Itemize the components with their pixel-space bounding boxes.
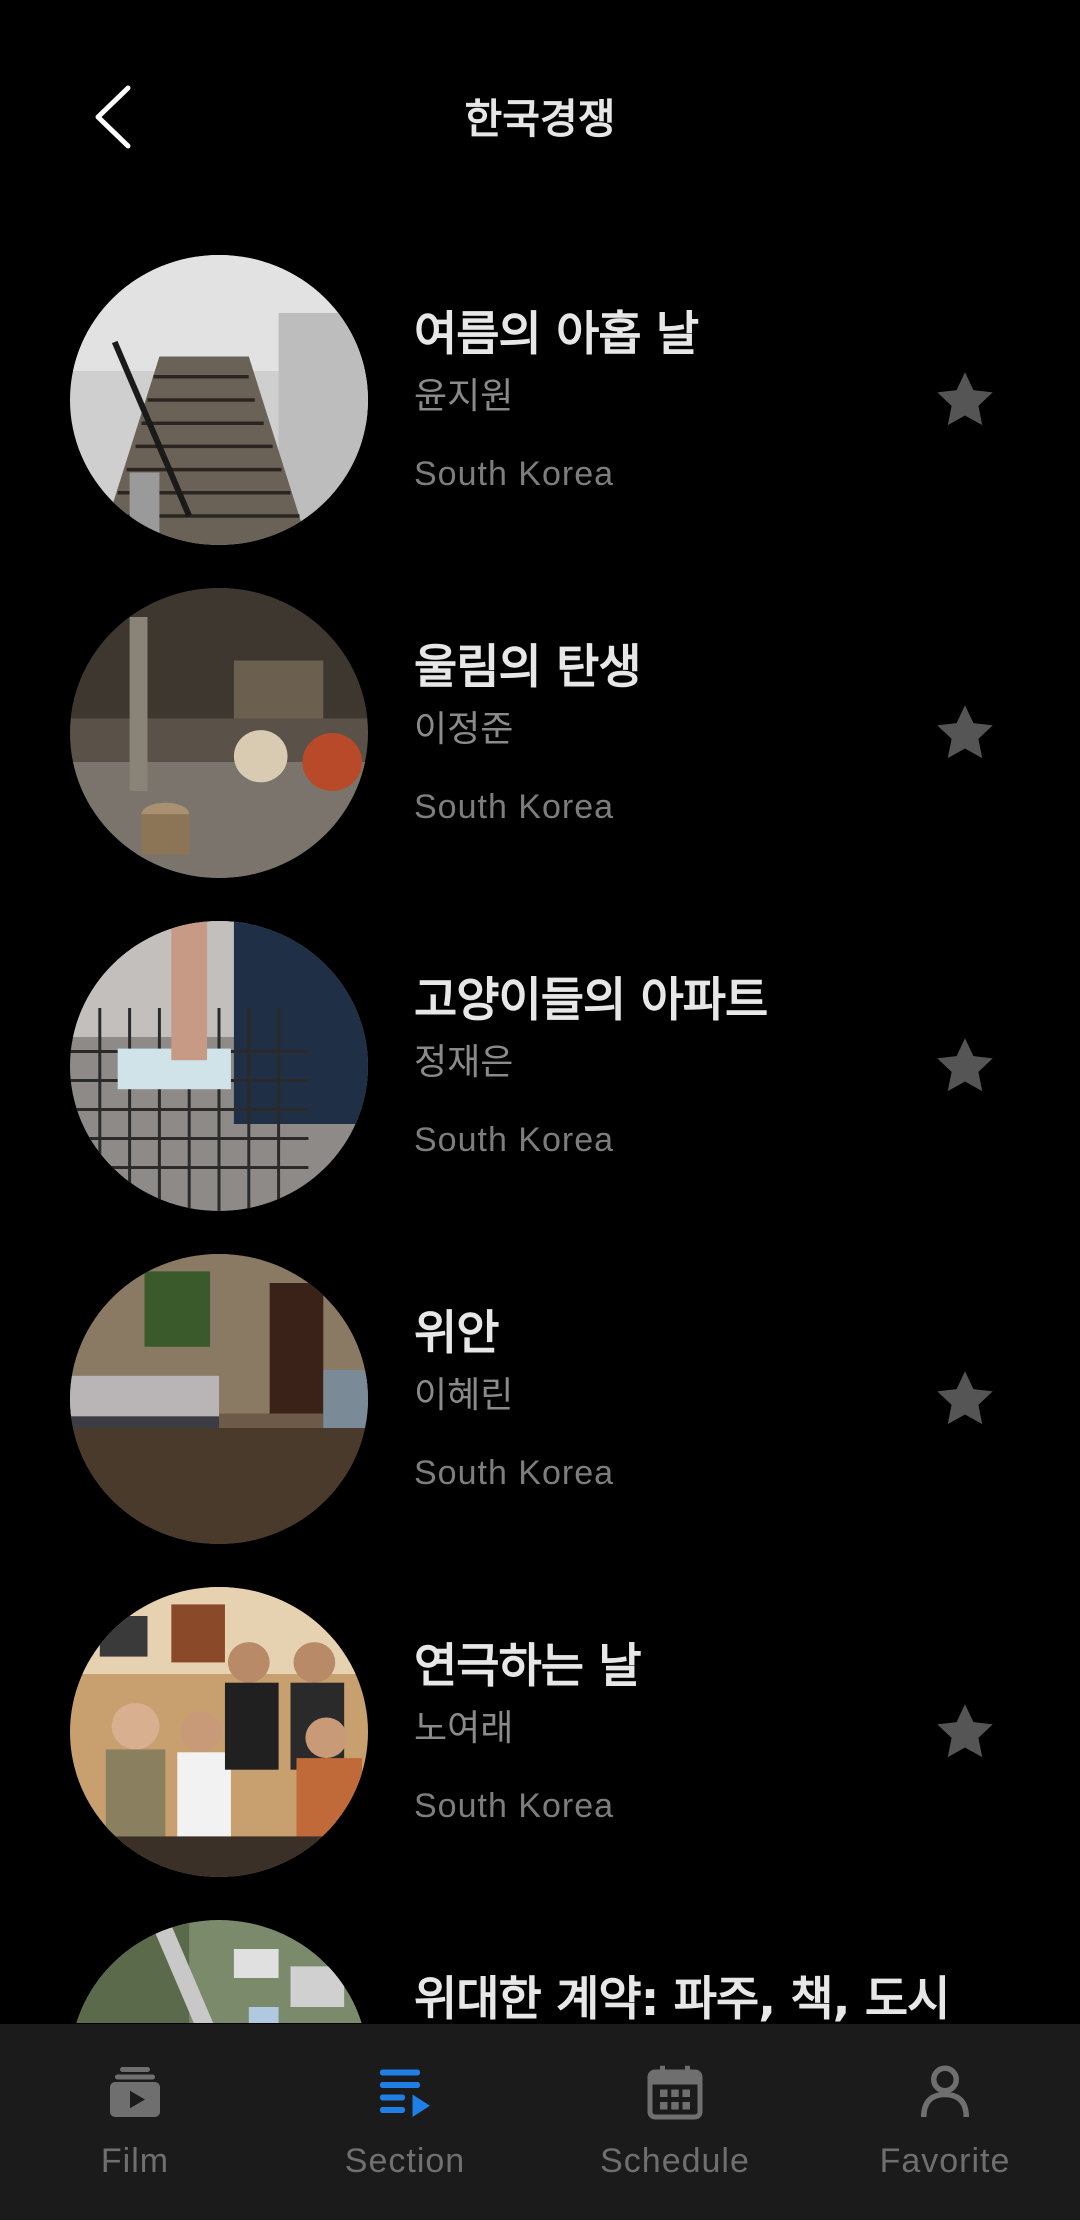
film-thumbnail <box>70 921 368 1211</box>
film-row[interactable]: 여름의 아홉 날 윤지원 South Korea <box>0 255 1080 588</box>
film-title: 위대한 계약: 파주, 책, 도시 <box>414 1972 950 2023</box>
nav-label: Section <box>344 2142 466 2180</box>
film-director: 노여래 <box>414 1708 514 1749</box>
film-title: 울림의 탄생 <box>414 640 642 695</box>
film-row[interactable]: 위안 이혜린 South Korea <box>0 1254 1080 1587</box>
film-icon <box>110 2067 160 2117</box>
film-country: South Korea <box>414 1787 615 1825</box>
nav-label: Film <box>100 2142 170 2180</box>
film-country: South Korea <box>414 788 615 826</box>
film-director: 윤지원 <box>414 376 514 417</box>
film-row[interactable]: 위대한 계약: 파주, 책, 도시 <box>0 1920 1080 2023</box>
calendar-icon <box>647 2065 703 2120</box>
film-title: 여름의 아홉 날 <box>414 307 699 362</box>
film-row[interactable]: 울림의 탄생 이정준 South Korea <box>0 588 1080 921</box>
nav-label: Favorite <box>879 2142 1011 2180</box>
page-title: 한국경쟁 <box>464 95 616 143</box>
film-title: 연극하는 날 <box>414 1639 642 1694</box>
bottom-navigation: Film Section Schedule Favorite <box>0 2024 1080 2220</box>
film-thumbnail <box>70 255 368 545</box>
film-title: 위안 <box>414 1306 499 1361</box>
favorite-button[interactable] <box>930 365 1000 435</box>
film-row[interactable]: 고양이들의 아파트 정재은 South Korea <box>0 921 1080 1254</box>
favorite-button[interactable] <box>930 1364 1000 1434</box>
nav-item-schedule[interactable]: Schedule <box>540 2024 810 2220</box>
star-icon <box>937 372 993 426</box>
person-icon <box>921 2065 969 2118</box>
star-icon <box>937 1704 993 1758</box>
film-row[interactable]: 연극하는 날 노여래 South Korea <box>0 1587 1080 1920</box>
film-director: 이정준 <box>414 709 514 750</box>
film-country: South Korea <box>414 1121 615 1159</box>
film-title: 고양이들의 아파트 <box>414 973 768 1028</box>
favorite-button[interactable] <box>930 1031 1000 1101</box>
film-country: South Korea <box>414 1454 615 1492</box>
nav-item-film[interactable]: Film <box>0 2024 270 2220</box>
film-country: South Korea <box>414 455 615 493</box>
nav-item-section[interactable]: Section <box>270 2024 540 2220</box>
section-list-icon <box>380 2069 430 2117</box>
film-director: 정재은 <box>414 1042 514 1083</box>
film-director: 이혜린 <box>414 1375 514 1416</box>
app-header: 한국경쟁 <box>0 0 1080 230</box>
star-icon <box>937 1038 993 1092</box>
favorite-button[interactable] <box>930 698 1000 768</box>
film-thumbnail <box>70 588 368 878</box>
film-thumbnail <box>70 1254 368 1544</box>
film-thumbnail <box>70 1920 368 2023</box>
star-icon <box>937 1371 993 1425</box>
nav-label: Schedule <box>600 2142 750 2180</box>
nav-item-favorite[interactable]: Favorite <box>810 2024 1080 2220</box>
favorite-button[interactable] <box>930 1697 1000 1767</box>
star-icon <box>937 705 993 759</box>
film-list[interactable]: 여름의 아홉 날 윤지원 South Korea 울림의 탄생 이정준 Sout… <box>0 255 1080 2023</box>
film-thumbnail <box>70 1587 368 1877</box>
